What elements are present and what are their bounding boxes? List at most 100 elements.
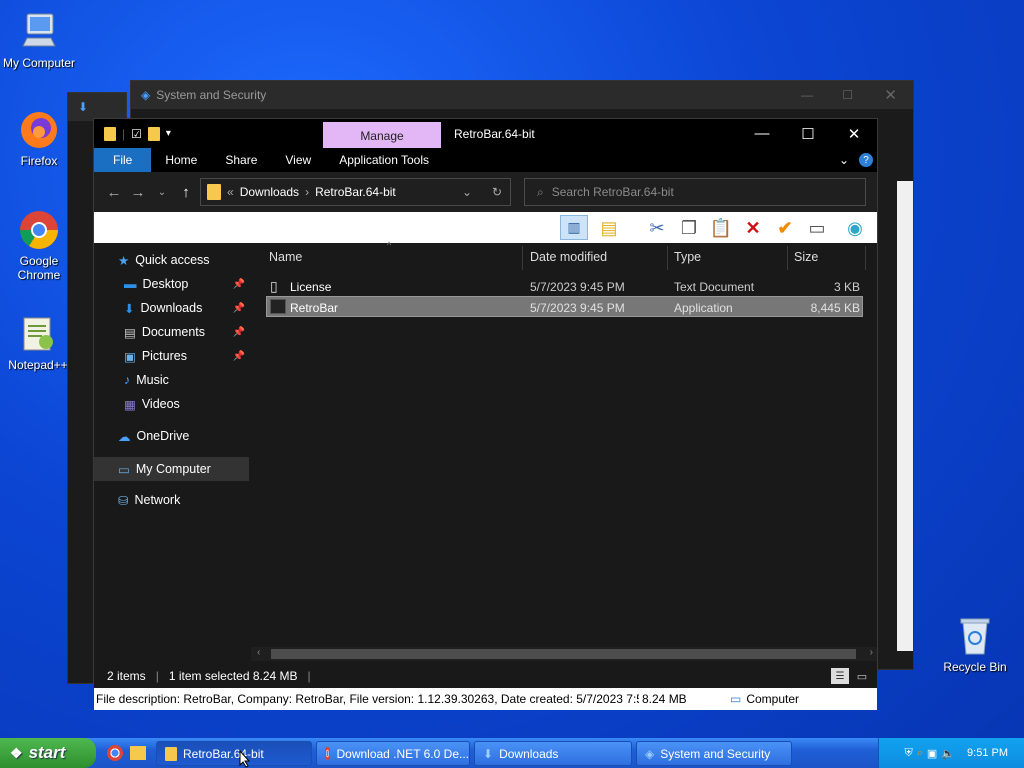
clock[interactable]: 9:51 PM [967,747,1008,759]
address-dropdown-icon[interactable]: ⌄ [462,185,472,199]
taskbar-button-retrobar[interactable]: RetroBar.64-bit [156,741,312,766]
select-check-icon[interactable]: ✔ [774,217,796,239]
desktop-icon-google-chrome[interactable]: Google Chrome [1,208,77,282]
address-bar[interactable]: « Downloads › RetroBar.64-bit ⌄ ↻ [200,178,511,206]
new-folder-icon[interactable] [147,126,160,141]
volume-icon[interactable]: 🔈 [941,747,955,760]
window-title: System and Security [156,88,267,102]
maximize-icon[interactable]: ☐ [842,88,853,102]
taskbar-button-system-security[interactable]: ◈ System and Security [636,741,792,766]
nav-music[interactable]: ♪ Music [124,369,169,391]
nav-quick-access[interactable]: ★ Quick access [118,249,210,271]
column-header-date-modified[interactable]: Date modified [530,250,607,264]
large-icons-view-icon[interactable]: ▭ [853,668,871,684]
nav-desktop[interactable]: ▬ Desktop 📌 [124,273,249,295]
desktop-icon-recycle-bin[interactable]: Recycle Bin [937,614,1013,674]
windows-logo-icon: ❖ [10,744,23,761]
breadcrumb-overflow[interactable]: « [227,185,234,199]
maximize-button[interactable]: ☐ [785,119,831,148]
tab-share[interactable]: Share [211,148,271,172]
file-type: Text Document [674,280,755,294]
tab-file[interactable]: File [94,148,152,172]
tab-home[interactable]: Home [151,148,211,172]
music-icon: ♪ [124,373,131,387]
search-tray-icon[interactable]: ⌕ [917,747,923,760]
file-row[interactable]: RetroBar 5/7/2023 9:45 PM Application 8,… [266,296,863,317]
up-arrow-icon[interactable]: ↑ [174,184,198,201]
scroll-left-icon[interactable]: ‹ [257,647,260,658]
column-header-size[interactable]: Size [794,250,818,264]
network-tray-icon[interactable]: ▣ [927,747,937,760]
notepad-plus-plus-icon [16,312,60,356]
column-divider[interactable] [865,246,866,270]
views-dropdown-icon[interactable]: ▾ [624,217,634,239]
cloud-icon: ☁ [118,429,131,444]
forward-arrow-icon[interactable]: → [126,184,150,201]
desktop-icon-label: My Computer [2,56,76,70]
details-view-icon[interactable]: ☰ [831,668,849,684]
folder-icon [165,746,177,761]
desktop-icon-notepad-plus-plus[interactable]: Notepad++ [0,312,76,372]
manage-tab[interactable]: Manage [323,122,441,149]
recycle-bin-icon [953,614,997,658]
breadcrumb-downloads[interactable]: Downloads [240,185,299,199]
minimize-button[interactable]: — [739,119,785,148]
close-icon[interactable]: ✕ [884,86,897,104]
breadcrumb-retrobar[interactable]: RetroBar.64-bit [315,185,396,199]
application-icon [270,299,286,314]
column-header-name[interactable]: Name [269,250,302,264]
nav-downloads[interactable]: ⬇ Downloads 📌 [124,297,249,319]
file-row[interactable]: ▯ License 5/7/2023 9:45 PM Text Document… [266,276,863,297]
file-date: 5/7/2023 9:45 PM [530,280,625,294]
chrome-quicklaunch-icon[interactable] [107,745,123,761]
security-icon[interactable]: ⛨ [905,747,913,760]
refresh-icon[interactable]: ↻ [492,185,502,199]
recent-locations-icon[interactable]: ⌄ [150,187,174,198]
copy-icon[interactable]: ❐ [678,217,700,239]
search-icon: ⌕ [537,184,544,199]
views-icon[interactable]: ▤ [598,217,620,239]
paste-icon[interactable]: 📋 [710,217,732,239]
customize-dropdown-icon[interactable]: ▾ [166,128,171,139]
back-arrow-icon[interactable]: ← [102,184,126,201]
shell-icon[interactable]: ◉ [844,217,866,239]
column-divider[interactable] [667,246,668,270]
explorer-quicklaunch-icon[interactable] [130,746,146,760]
desktop-icon-my-computer[interactable]: My Computer [1,10,77,70]
properties-icon[interactable]: ☑ [131,127,142,141]
tab-view[interactable]: View [271,148,325,172]
delete-icon[interactable]: ✕ [742,217,764,239]
horizontal-scrollbar[interactable]: ‹ › [251,647,877,661]
file-description: File description: RetroBar, Company: Ret… [96,692,639,706]
nav-onedrive[interactable]: ☁ OneDrive [118,425,189,447]
details-pane-icon[interactable]: ▥ [560,215,588,240]
minimize-icon[interactable]: — [801,88,813,102]
expand-ribbon-icon[interactable]: ⌄ [839,153,849,167]
folder-icon[interactable] [104,126,116,141]
column-divider[interactable] [522,246,523,270]
nav-my-computer[interactable]: ▭ My Computer [94,457,249,481]
start-button[interactable]: ❖ start [0,738,96,768]
desktop-icon-firefox[interactable]: Firefox [1,108,77,168]
nav-network[interactable]: ⛁ Network [118,489,180,511]
scrollbar[interactable] [897,181,913,651]
nav-videos[interactable]: ▦ Videos [124,393,180,415]
system-security-titlebar: ◈ System and Security — ☐ ✕ [131,81,913,109]
properties-icon[interactable]: ▭ [806,217,828,239]
search-box[interactable]: ⌕ Search RetroBar.64-bit [524,178,866,206]
column-divider[interactable] [787,246,788,270]
classic-toolbar: ▥ ▤ ▾ ✂ ❐ 📋 ✕ ✔ ▭ ◉ [94,212,877,243]
tab-application-tools[interactable]: Application Tools [325,148,443,172]
taskbar-button-download-dotnet[interactable]: Download .NET 6.0 De... [316,741,470,766]
scrollbar-thumb[interactable] [271,649,856,659]
column-header-type[interactable]: Type [674,250,701,264]
help-icon[interactable]: ? [859,153,873,167]
taskbar-button-downloads[interactable]: ⬇ Downloads [474,741,632,766]
item-count: 2 items [107,669,146,683]
cut-icon[interactable]: ✂ [646,217,668,239]
nav-pictures[interactable]: ▣ Pictures 📌 [124,345,249,367]
close-button[interactable]: ✕ [831,119,877,148]
nav-documents[interactable]: ▤ Documents 📌 [124,321,249,343]
network-icon: ⛁ [118,493,129,508]
scroll-right-icon[interactable]: › [870,647,873,658]
